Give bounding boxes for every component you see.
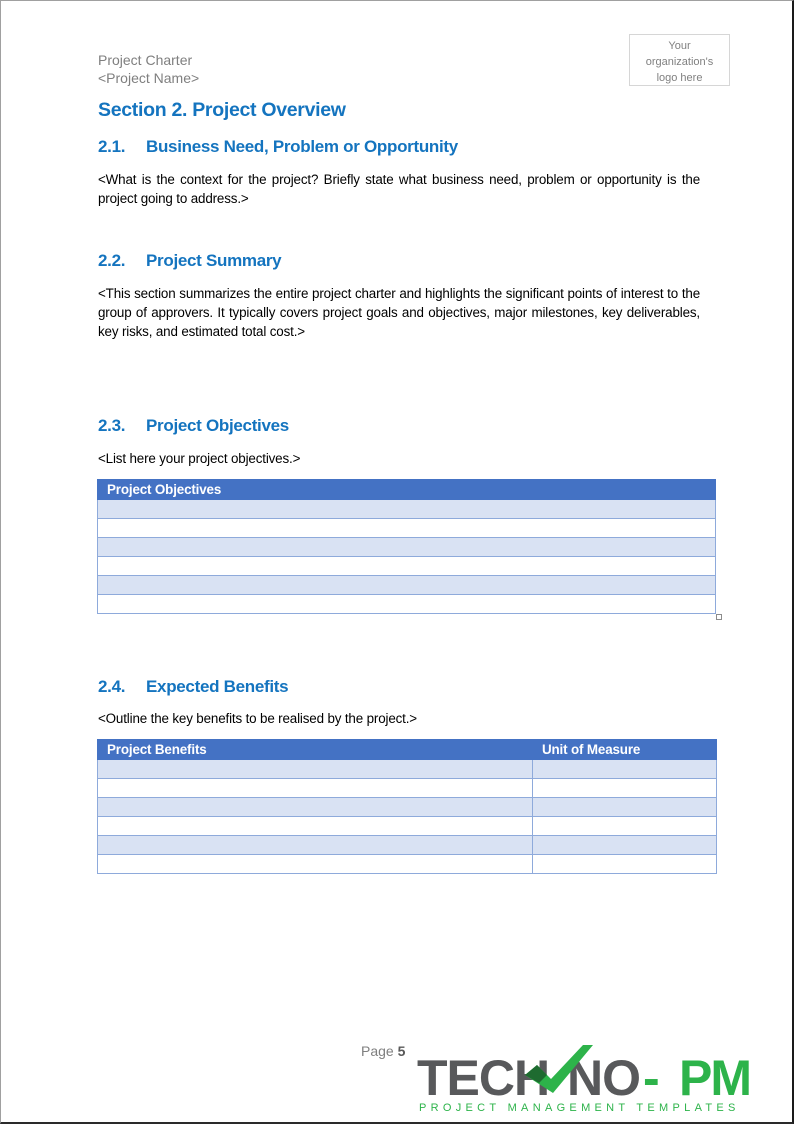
column-header-project-benefits: Project Benefits — [97, 739, 533, 760]
table-row — [97, 594, 716, 614]
logo-placeholder: Your organization's logo here — [629, 34, 730, 86]
table-resize-handle[interactable] — [716, 614, 722, 620]
subsection-number: 2.1. — [98, 137, 126, 156]
table-row — [97, 556, 716, 576]
subsection-heading-2-2: 2.2. Project Summary — [98, 251, 282, 271]
table-cell[interactable] — [97, 537, 716, 557]
page-label: Page — [361, 1043, 394, 1059]
page-number-value: 5 — [397, 1043, 406, 1059]
objectives-table: Project Objectives — [97, 479, 716, 614]
subsection-heading-2-4: 2.4. Expected Benefits — [98, 677, 289, 697]
table-header-row: Project Benefits Unit of Measure — [97, 739, 717, 760]
table-cell[interactable] — [97, 575, 716, 595]
brand-text-pm: PM — [679, 1050, 750, 1106]
table-row — [97, 854, 717, 874]
subsection-heading-2-3: 2.3. Project Objectives — [98, 416, 289, 436]
table-cell[interactable] — [97, 594, 716, 614]
column-header-project-objectives: Project Objectives — [97, 479, 716, 500]
table-cell[interactable] — [532, 816, 717, 836]
column-header-unit-of-measure: Unit of Measure — [532, 739, 717, 760]
subsection-title: Project Objectives — [146, 416, 289, 435]
subsection-title: Expected Benefits — [146, 677, 289, 696]
table-cell[interactable] — [532, 854, 717, 874]
table-cell[interactable] — [97, 499, 716, 519]
table-row — [97, 499, 716, 519]
brand-tagline: PROJECT MANAGEMENT TEMPLATES — [419, 1102, 740, 1114]
table-cell[interactable] — [97, 797, 533, 817]
document-page: Project Charter <Project Name> Your orga… — [0, 0, 794, 1124]
table-row — [97, 518, 716, 538]
table-cell[interactable] — [97, 816, 533, 836]
table-row — [97, 575, 716, 595]
subsection-heading-2-1: 2.1. Business Need, Problem or Opportunit… — [98, 137, 458, 157]
techno-pm-logo: TECH NO - PM PROJECT MANAGEMENT TEMPLATE… — [417, 1045, 752, 1114]
benefits-table: Project Benefits Unit of Measure — [97, 739, 717, 874]
table-cell[interactable] — [97, 518, 716, 538]
subsection-text-2-1: <What is the context for the project? Br… — [98, 172, 700, 206]
table-row — [97, 835, 717, 855]
logo-placeholder-line: logo here — [656, 72, 703, 84]
table-cell[interactable] — [97, 556, 716, 576]
subsection-title: Business Need, Problem or Opportunity — [146, 137, 458, 156]
table-cell[interactable] — [532, 797, 717, 817]
table-row — [97, 816, 717, 836]
table-cell[interactable] — [97, 835, 533, 855]
table-cell[interactable] — [532, 759, 717, 779]
table-row — [97, 797, 717, 817]
header-doc-title: Project Charter — [98, 52, 193, 68]
table-cell[interactable] — [97, 759, 533, 779]
page-number: Page 5 — [361, 1043, 405, 1059]
subsection-text-2-2: <This section summarizes the entire proj… — [98, 286, 700, 339]
brand-text-tech: TECH — [417, 1050, 549, 1106]
logo-placeholder-line: Your — [668, 40, 691, 52]
table-row — [97, 759, 717, 779]
subsection-number: 2.4. — [98, 677, 126, 696]
table-header-row: Project Objectives — [97, 479, 716, 500]
table-cell[interactable] — [97, 778, 533, 798]
table-row — [97, 537, 716, 557]
subsection-number: 2.3. — [98, 416, 126, 435]
brand-text-dash: - — [643, 1050, 660, 1106]
logo-placeholder-line: organization's — [645, 56, 714, 68]
table-row — [97, 778, 717, 798]
section-title: Section 2. Project Overview — [98, 99, 346, 121]
subsection-number: 2.2. — [98, 251, 126, 270]
table-cell[interactable] — [97, 854, 533, 874]
table-cell[interactable] — [532, 835, 717, 855]
subsection-text-2-3: <List here your project objectives.> — [98, 451, 301, 466]
table-cell[interactable] — [532, 778, 717, 798]
subsection-text-2-4: <Outline the key benefits to be realised… — [98, 711, 417, 726]
subsection-title: Project Summary — [146, 251, 282, 270]
header-project-name: <Project Name> — [98, 70, 200, 86]
